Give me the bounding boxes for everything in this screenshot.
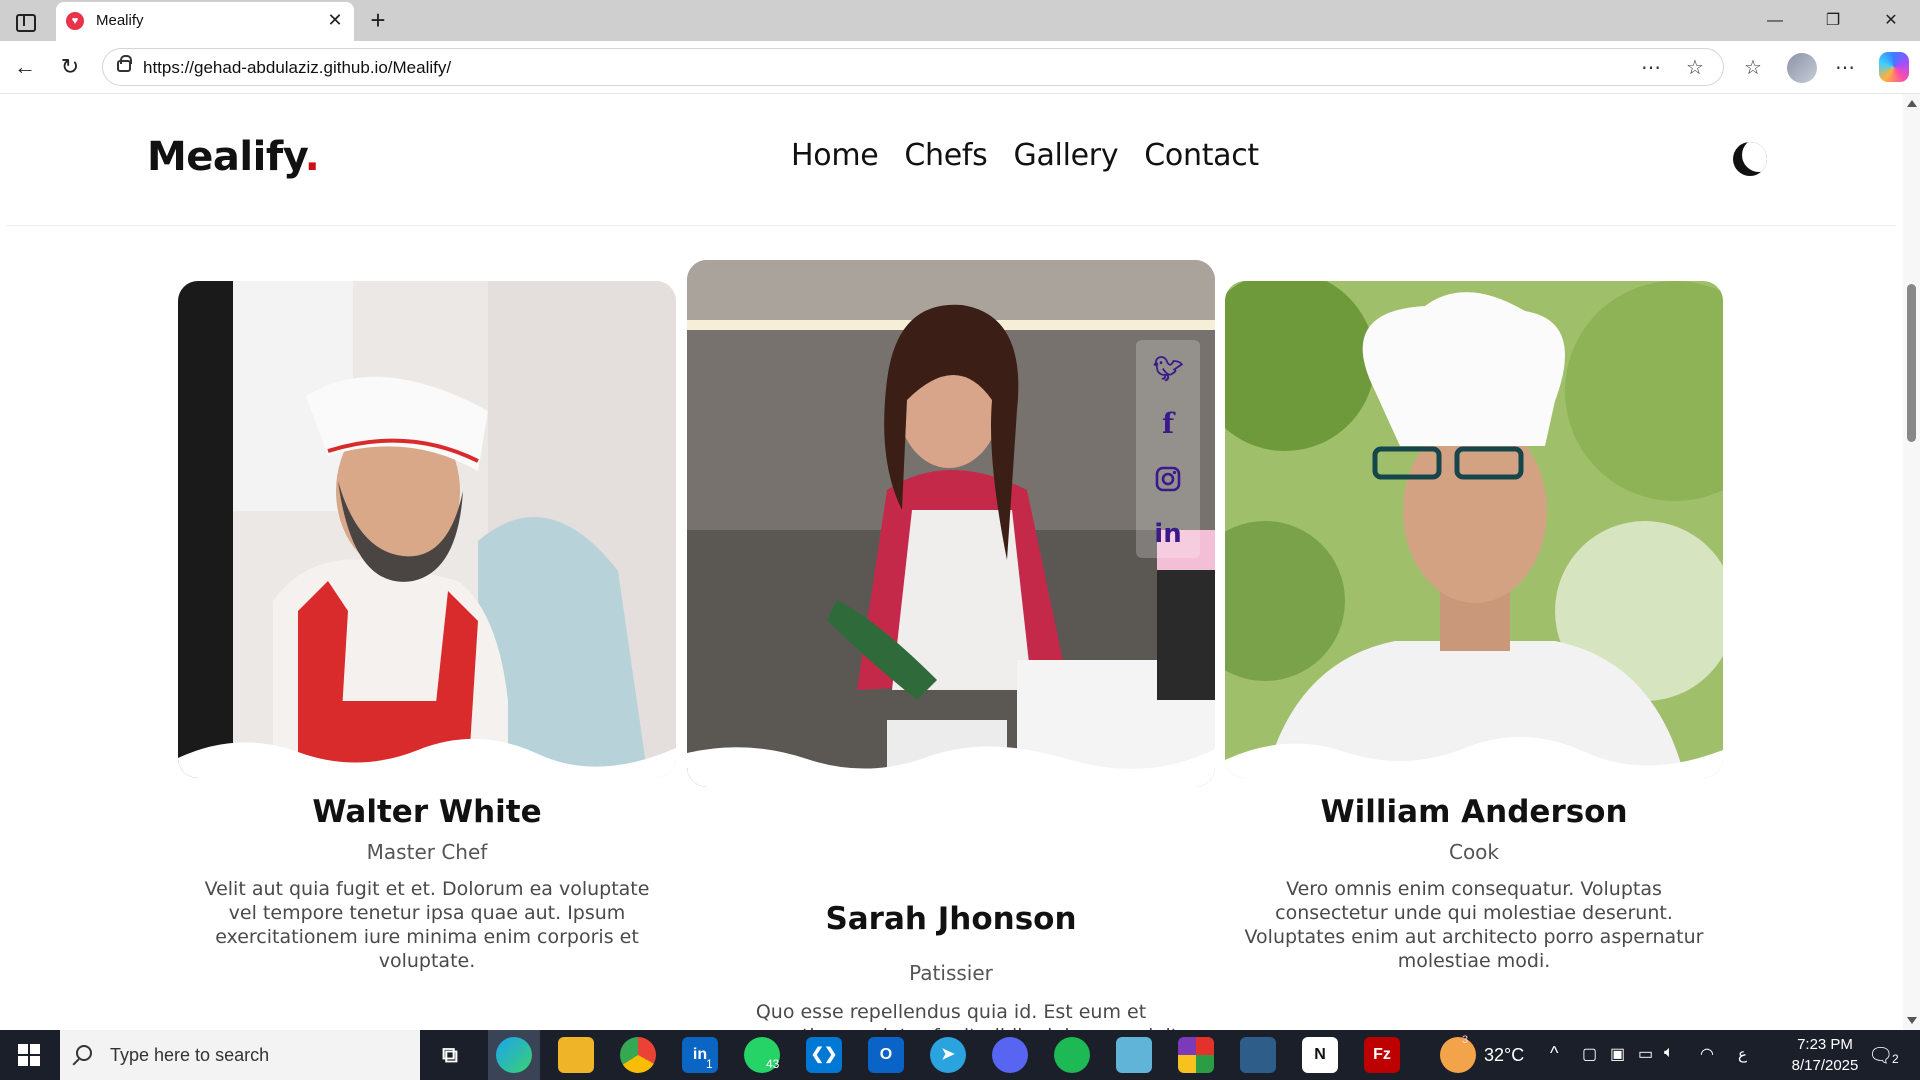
address-bar[interactable]: https://gehad-abdulaziz.github.io/Mealif… xyxy=(102,48,1724,86)
copilot-icon[interactable] xyxy=(1879,52,1909,82)
weather-icon[interactable] xyxy=(1440,1037,1476,1073)
tray-overflow-chevron-icon[interactable]: ^ xyxy=(1550,1043,1558,1064)
input-language[interactable]: ع xyxy=(1738,1045,1747,1063)
meet-now-icon[interactable]: ▢ xyxy=(1582,1044,1597,1064)
nav-chefs[interactable]: Chefs xyxy=(904,138,987,173)
logo-dot: . xyxy=(304,134,320,180)
chef-name: Walter White xyxy=(312,794,542,830)
edge-icon[interactable] xyxy=(496,1037,532,1073)
discord-icon[interactable] xyxy=(992,1037,1028,1073)
vscode-icon[interactable]: ❮❯ xyxy=(806,1037,842,1073)
browser-toolbar: ← ↻ https://gehad-abdulaziz.github.io/Me… xyxy=(0,41,1920,94)
taskbar-search-box[interactable]: Type here to search xyxy=(60,1030,420,1080)
back-arrow-icon[interactable]: ← xyxy=(10,52,40,82)
scroll-down-arrow-icon[interactable] xyxy=(1907,1017,1917,1024)
spotify-icon[interactable] xyxy=(1054,1037,1090,1073)
profile-avatar[interactable] xyxy=(1787,53,1817,83)
windows-taskbar: Type here to search ⧉ in 1 43 ❮❯ O ➤ N F… xyxy=(0,1030,1920,1080)
new-tab-button[interactable]: + xyxy=(364,6,392,34)
chef-photo xyxy=(178,281,676,778)
close-tab-button[interactable]: ✕ xyxy=(324,9,346,31)
dark-mode-moon-icon[interactable] xyxy=(1733,142,1767,176)
page-scrollbar[interactable] xyxy=(1903,94,1920,1030)
favorite-star-icon[interactable]: ☆ xyxy=(1682,55,1708,81)
restore-button[interactable]: ❐ xyxy=(1810,6,1856,36)
filezilla-icon[interactable]: Fz xyxy=(1364,1037,1400,1073)
instagram-icon[interactable] xyxy=(1153,464,1183,494)
more-options-icon[interactable]: ⋯ xyxy=(1830,53,1860,83)
main-nav: Home Chefs Gallery Contact xyxy=(791,138,1259,173)
defender-icon[interactable]: ▣ xyxy=(1610,1044,1625,1064)
tab-actions-icon[interactable] xyxy=(12,9,36,33)
battery-icon[interactable]: ▭ xyxy=(1638,1044,1653,1064)
chef-photo xyxy=(1225,281,1723,778)
browser-tab-mealify[interactable]: ♥ Mealify ✕ xyxy=(56,2,354,41)
virtualbox-icon[interactable] xyxy=(1116,1037,1152,1073)
weather-temperature: 32°C xyxy=(1484,1045,1525,1065)
scroll-up-arrow-icon[interactable] xyxy=(1907,100,1917,107)
close-window-button[interactable]: ✕ xyxy=(1868,6,1914,36)
nav-contact[interactable]: Contact xyxy=(1144,138,1259,173)
search-icon xyxy=(76,1045,92,1061)
file-explorer-icon[interactable] xyxy=(558,1037,594,1073)
url-text[interactable]: https://gehad-abdulaziz.github.io/Mealif… xyxy=(143,58,451,78)
reading-mode-icon[interactable]: ⋯ xyxy=(1638,55,1664,81)
mealify-favicon-icon: ♥ xyxy=(66,12,84,30)
logo-text: Mealify xyxy=(147,134,305,180)
nav-gallery[interactable]: Gallery xyxy=(1014,138,1119,173)
tab-title: Mealify xyxy=(96,12,144,29)
favorites-icon[interactable]: ☆ xyxy=(1738,53,1768,83)
chef-bio: Quo esse repellendus quia id. Est eum et… xyxy=(724,1001,1178,1030)
whatsapp-badge: 43 xyxy=(766,1057,780,1071)
chef-role: Cook xyxy=(1448,840,1500,864)
volume-icon[interactable]: 🔈︎ xyxy=(1664,1044,1674,1062)
scrollbar-thumb[interactable] xyxy=(1907,284,1916,442)
chef-bio: Vero omnis enim consequatur. Voluptas co… xyxy=(1244,878,1704,972)
task-view-icon[interactable]: ⧉ xyxy=(432,1037,468,1073)
telegram-icon[interactable]: ➤ xyxy=(930,1037,966,1073)
chef-name: William Anderson xyxy=(1320,794,1628,830)
minimize-button[interactable]: — xyxy=(1752,6,1798,36)
chef-card-walter: Walter White Master Chef Velit aut quia … xyxy=(178,281,676,1001)
chef-photo: 🐦︎ f in xyxy=(687,260,1215,787)
chef-role: Patissier xyxy=(909,961,993,985)
site-logo[interactable]: Mealify. xyxy=(147,134,320,180)
nav-home[interactable]: Home xyxy=(791,138,879,173)
chef-bio: Velit aut quia fugit et et. Dolorum ea v… xyxy=(204,878,650,972)
site-header: Mealify. Home Chefs Gallery Contact xyxy=(6,94,1896,226)
notification-count: 2 xyxy=(1892,1052,1899,1066)
notion-icon[interactable]: N xyxy=(1302,1037,1338,1073)
taskbar-clock[interactable]: 7:23 PM 8/17/2025 xyxy=(1765,1034,1885,1076)
app-grid-icon[interactable] xyxy=(1178,1037,1214,1073)
search-placeholder: Type here to search xyxy=(110,1045,270,1065)
weather-badge: 3 xyxy=(1462,1034,1469,1046)
chrome-icon[interactable] xyxy=(620,1037,656,1073)
chef-name: Sarah Jhonson xyxy=(825,901,1077,937)
facebook-icon[interactable]: f xyxy=(1153,409,1183,439)
network-icon[interactable]: ◠ xyxy=(1700,1044,1714,1064)
clock-date: 8/17/2025 xyxy=(1791,1057,1859,1074)
outlook-icon[interactable]: O xyxy=(868,1037,904,1073)
mysql-workbench-icon[interactable] xyxy=(1240,1037,1276,1073)
site-info-lock-icon[interactable] xyxy=(117,55,132,72)
chef-card-william: William Anderson Cook Vero omnis enim co… xyxy=(1225,281,1723,1001)
refresh-icon[interactable]: ↻ xyxy=(55,52,85,82)
chef-role: Master Chef xyxy=(366,840,488,864)
clock-time: 7:23 PM xyxy=(1797,1036,1853,1053)
page-viewport: Mealify. Home Chefs Gallery Contact Walt… xyxy=(0,94,1920,1030)
linkedin-badge: 1 xyxy=(706,1057,713,1071)
twitter-icon[interactable]: 🐦︎ xyxy=(1153,354,1183,384)
windows-start-icon[interactable] xyxy=(18,1044,40,1066)
notifications-icon[interactable]: 🗨︎ xyxy=(1868,1043,1893,1068)
social-links: 🐦︎ f in xyxy=(1136,340,1200,558)
chef-card-sarah: 🐦︎ f in Sarah Jhonson Patissier Quo esse… xyxy=(687,260,1215,1030)
linkedin-icon[interactable]: in xyxy=(1153,519,1183,549)
browser-tab-bar: ♥ Mealify ✕ + — ❐ ✕ xyxy=(0,0,1920,41)
